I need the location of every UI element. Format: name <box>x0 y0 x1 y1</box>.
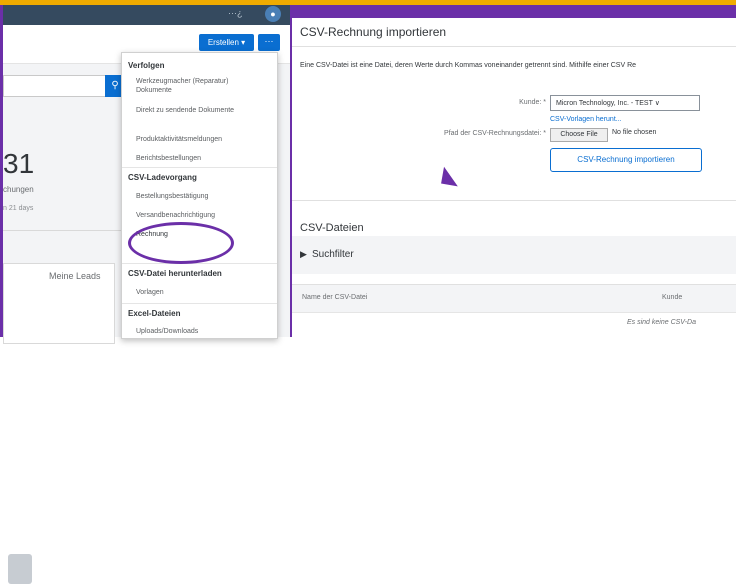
path-label: Pfad der CSV-Rechnungsdatei: * <box>444 130 546 137</box>
customer-select-value: Micron Technology, Inc. - TEST <box>556 100 653 107</box>
customer-label: Kunde: * <box>519 99 546 106</box>
create-button[interactable]: Erstellen ▾ <box>199 34 254 51</box>
title-divider <box>292 46 736 47</box>
shell-bar-text: ···¿ <box>228 8 243 18</box>
menu-item-direkt[interactable]: Direkt zu sendende Dokumente <box>136 106 266 115</box>
kpi-number: 31 <box>3 148 35 179</box>
customer-select[interactable]: Micron Technology, Inc. - TEST ∨ <box>550 95 700 111</box>
menu-section-excel: Excel-Dateien <box>128 309 181 318</box>
more-menu: Verfolgen Werkzeugmacher (Reparatur) Dok… <box>121 52 278 339</box>
more-button[interactable]: ··· <box>258 34 280 51</box>
tile-image <box>8 554 32 584</box>
no-data-text: Es sind keine CSV-Da <box>627 319 696 326</box>
kpi-label: chungen <box>3 185 34 194</box>
choose-file-button[interactable]: Choose File <box>550 128 608 142</box>
leads-title: Meine Leads <box>49 271 101 281</box>
search-input[interactable] <box>3 75 117 97</box>
menu-item-berichte[interactable]: Berichtsbestellungen <box>136 154 266 163</box>
menu-item-produktaktivitaet[interactable]: Produktaktivitätsmeldungen <box>136 135 266 144</box>
template-link[interactable]: CSV-Vorlagen herunt... <box>550 116 622 123</box>
menu-item-bestellungsbestaetigung[interactable]: Bestellungsbestätigung <box>136 192 266 201</box>
menu-item-versandbenachrichtigung[interactable]: Versandbenachrichtigung <box>136 211 266 220</box>
menu-section-verfolgen: Verfolgen <box>128 61 165 70</box>
expand-arrow-icon: ▶ <box>300 249 307 259</box>
menu-section-csv-ladevorgang: CSV-Ladevorgang <box>128 173 197 182</box>
menu-section-csv-download: CSV-Datei herunterladen <box>128 269 222 278</box>
screenshot-frame: ···¿ ● Erstellen ▾ ··· ⚲ 31 chungen n 21… <box>0 0 736 584</box>
menu-item-uploads[interactable]: Uploads/Downloads <box>136 327 266 336</box>
no-file-text: No file chosen <box>612 129 657 136</box>
page-title: CSV-Rechnung importieren <box>300 25 447 39</box>
description-text: Eine CSV-Datei ist eine Datei, deren Wer… <box>300 62 637 69</box>
create-button-label: Erstellen <box>207 38 239 47</box>
right-panel: CSV-Rechnung importieren Eine CSV-Datei … <box>290 18 736 338</box>
annotation-ellipse <box>128 222 234 264</box>
menu-separator <box>122 263 277 264</box>
menu-separator <box>122 167 277 168</box>
table-header: Name der CSV-Datei Kunde <box>292 284 736 313</box>
chevron-down-icon: ∨ <box>654 100 660 107</box>
section-divider <box>292 200 736 201</box>
menu-item-werkzeug[interactable]: Werkzeugmacher (Reparatur) Dokumente <box>136 77 266 95</box>
col-customer[interactable]: Kunde <box>662 294 682 301</box>
csv-files-title: CSV-Dateien <box>300 222 364 234</box>
search-filter-label: Suchfilter <box>312 249 354 260</box>
col-csv-file-name[interactable]: Name der CSV-Datei <box>302 294 367 301</box>
shell-bar: ···¿ ● <box>3 5 290 25</box>
divider <box>3 230 123 231</box>
menu-separator <box>122 303 277 304</box>
user-avatar[interactable]: ● <box>265 6 281 22</box>
kpi-sub: n 21 days <box>3 205 34 212</box>
table-row: Es sind keine CSV-Da <box>292 312 736 338</box>
search-filter-bar[interactable]: ▶ Suchfilter <box>292 236 736 274</box>
import-csv-button[interactable]: CSV-Rechnung importieren <box>550 148 702 172</box>
menu-item-vorlagen[interactable]: Vorlagen <box>136 288 266 297</box>
